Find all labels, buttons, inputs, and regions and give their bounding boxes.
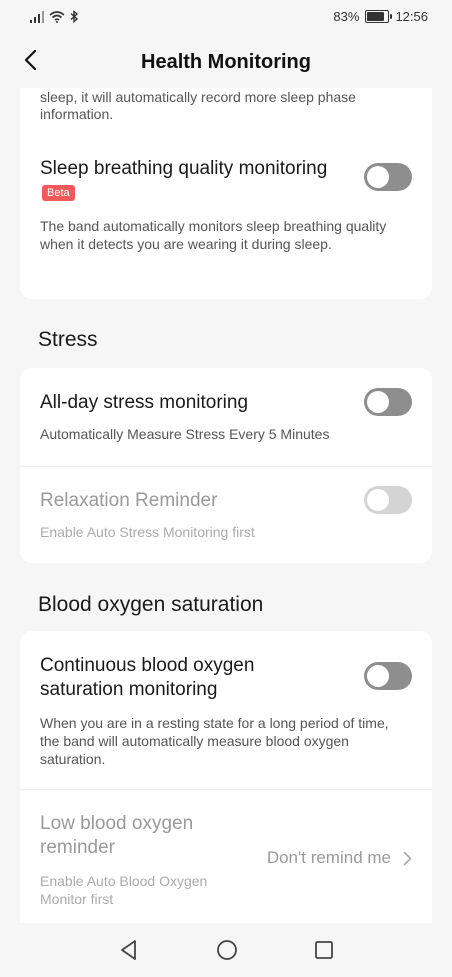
continuous-spo2-description: When you are in a resting state for a lo…: [40, 715, 389, 767]
stress-card: All-day stress monitoring Automatically …: [20, 368, 432, 563]
blood-oxygen-section-title: Blood oxygen saturation: [38, 593, 264, 616]
settings-list[interactable]: sleep, it will automatically record more…: [0, 88, 452, 923]
app-header: Health Monitoring: [0, 36, 452, 88]
recents-square-icon[interactable]: [314, 940, 334, 960]
system-nav-bar: [0, 923, 452, 977]
low-spo2-reminder-description: Enable Auto Blood Oxygen Monitor first: [40, 873, 208, 907]
low-spo2-reminder-title: Low blood oxygen reminder: [40, 813, 194, 858]
stress-section-title: Stress: [38, 328, 98, 351]
battery-fill: [367, 12, 384, 21]
low-spo2-reminder-row: Low blood oxygen reminder Enable Auto Bl…: [20, 789, 432, 923]
toggle-knob: [367, 489, 389, 511]
all-day-stress-row[interactable]: All-day stress monitoring Automatically …: [20, 368, 432, 466]
continuous-spo2-row[interactable]: Continuous blood oxygen saturation monit…: [20, 631, 432, 789]
clock: 12:56: [395, 9, 428, 24]
toggle-knob: [367, 166, 389, 188]
back-triangle-icon[interactable]: [118, 939, 140, 961]
sleep-breathing-toggle[interactable]: [364, 163, 412, 191]
blood-oxygen-card: Continuous blood oxygen saturation monit…: [20, 631, 432, 923]
sleep-breathing-label: Sleep breathing quality monitoring: [40, 158, 328, 179]
wifi-icon: [49, 10, 65, 23]
relaxation-reminder-row: Relaxation Reminder Enable Auto Stress M…: [20, 466, 432, 563]
continuous-spo2-title: Continuous blood oxygen saturation monit…: [40, 655, 255, 700]
status-icons-right: 83% 12:56: [333, 9, 428, 24]
beta-badge: Beta: [42, 185, 75, 201]
status-icons-left: [30, 10, 79, 23]
continuous-spo2-toggle[interactable]: [364, 662, 412, 690]
sleep-breathing-row[interactable]: Sleep breathing quality monitoring Beta T…: [20, 130, 432, 299]
all-day-stress-description: Automatically Measure Stress Every 5 Min…: [40, 426, 330, 442]
battery-icon: [365, 10, 393, 23]
all-day-stress-title: All-day stress monitoring: [40, 392, 249, 413]
signal-icon: [30, 10, 44, 23]
battery-percent: 83%: [333, 9, 360, 24]
bluetooth-icon: [70, 10, 79, 23]
screen: 83% 12:56 Health Monitoring sleep, it wi…: [0, 0, 452, 977]
relaxation-reminder-title: Relaxation Reminder: [40, 490, 218, 511]
sleep-breathing-description: The band automatically monitors sleep br…: [40, 218, 387, 252]
toggle-knob: [367, 665, 389, 687]
all-day-stress-toggle[interactable]: [364, 388, 412, 416]
home-circle-icon[interactable]: [216, 939, 238, 961]
toggle-knob: [367, 391, 389, 413]
sleep-phase-description: sleep, it will automatically record more…: [40, 89, 356, 122]
sleep-card: sleep, it will automatically record more…: [20, 88, 432, 299]
page-title: Health Monitoring: [141, 51, 311, 73]
low-spo2-reminder-value-text: Don't remind me: [266, 848, 391, 867]
relaxation-reminder-description: Enable Auto Stress Monitoring first: [40, 524, 255, 540]
relaxation-reminder-toggle: [364, 486, 412, 514]
low-spo2-reminder-value: Don't remind me: [267, 848, 412, 868]
chevron-right-icon: [403, 851, 412, 865]
sleep-phase-row: sleep, it will automatically record more…: [20, 88, 432, 130]
sleep-breathing-title: Sleep breathing quality monitoring Beta: [40, 157, 340, 205]
status-bar: 83% 12:56: [0, 0, 452, 36]
